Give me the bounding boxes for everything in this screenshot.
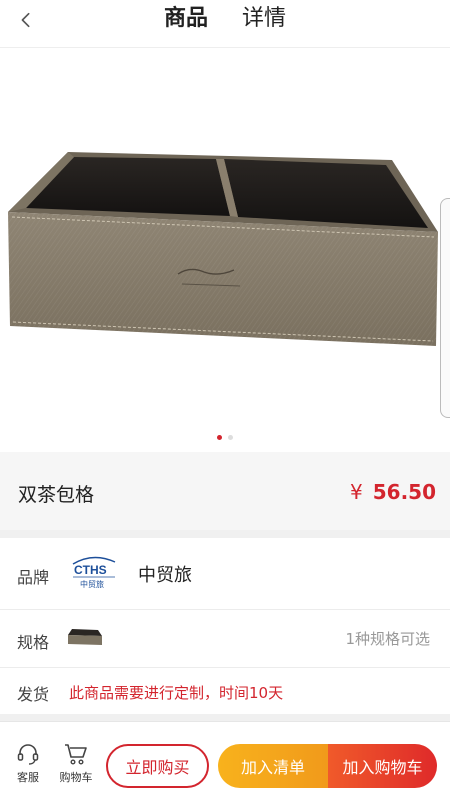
cart-label: 购物车 — [59, 771, 93, 784]
spec-thumbnail — [68, 629, 102, 645]
chevron-left-icon — [21, 12, 30, 28]
brand-logo: CTHS 中贸旅 — [72, 556, 116, 589]
carousel-dot-active[interactable] — [217, 435, 222, 440]
spec-options-note: 1种规格可选 — [345, 630, 430, 648]
cart-button[interactable]: 购物车 — [56, 741, 96, 785]
spec-label: 规格 — [17, 633, 50, 652]
price-symbol: ¥ — [350, 480, 363, 504]
brand-row[interactable]: 品牌 — [0, 538, 450, 610]
customer-service-button[interactable]: 客服 — [8, 741, 48, 785]
cart-icon — [65, 744, 87, 765]
tab-details[interactable]: 详情 — [242, 0, 286, 48]
brand-name: 中贸旅 — [138, 565, 192, 586]
next-image-peek[interactable] — [440, 198, 450, 418]
bottom-action-bar: 客服 购物车 立即购买 加入清单 加入购物车 — [0, 721, 450, 800]
price-value: 56.50 — [372, 480, 436, 504]
section-divider — [0, 714, 450, 721]
buy-now-button[interactable]: 立即购买 — [106, 744, 209, 788]
carousel-dot[interactable] — [228, 435, 233, 440]
title-price-bar: 双茶包格 ¥56.50 — [0, 452, 450, 530]
section-divider — [0, 530, 450, 538]
add-to-cart-button[interactable]: 加入购物车 — [328, 744, 437, 788]
brand-label: 品牌 — [17, 568, 50, 587]
brand-logo-text: CTHS — [74, 563, 107, 577]
top-header: 商品 详情 — [0, 0, 450, 53]
shipping-label: 发货 — [17, 685, 50, 704]
back-button[interactable] — [12, 6, 40, 34]
tea-caddy-box-image — [8, 152, 438, 346]
headset-icon — [17, 744, 39, 765]
product-title: 双茶包格 — [18, 484, 95, 506]
customer-service-label: 客服 — [17, 771, 39, 784]
add-buttons-group: 加入清单 加入购物车 — [218, 744, 437, 788]
add-to-list-button[interactable]: 加入清单 — [218, 744, 328, 788]
shipping-note: 此商品需要进行定制，时间10天 — [69, 684, 284, 702]
carousel-dots — [0, 435, 450, 440]
product-price: ¥56.50 — [350, 480, 436, 504]
tab-bar: 商品 详情 — [0, 0, 450, 53]
tab-product[interactable]: 商品 — [163, 0, 209, 53]
brand-logo-subtext: 中贸旅 — [80, 579, 104, 589]
product-gallery[interactable] — [0, 48, 450, 450]
